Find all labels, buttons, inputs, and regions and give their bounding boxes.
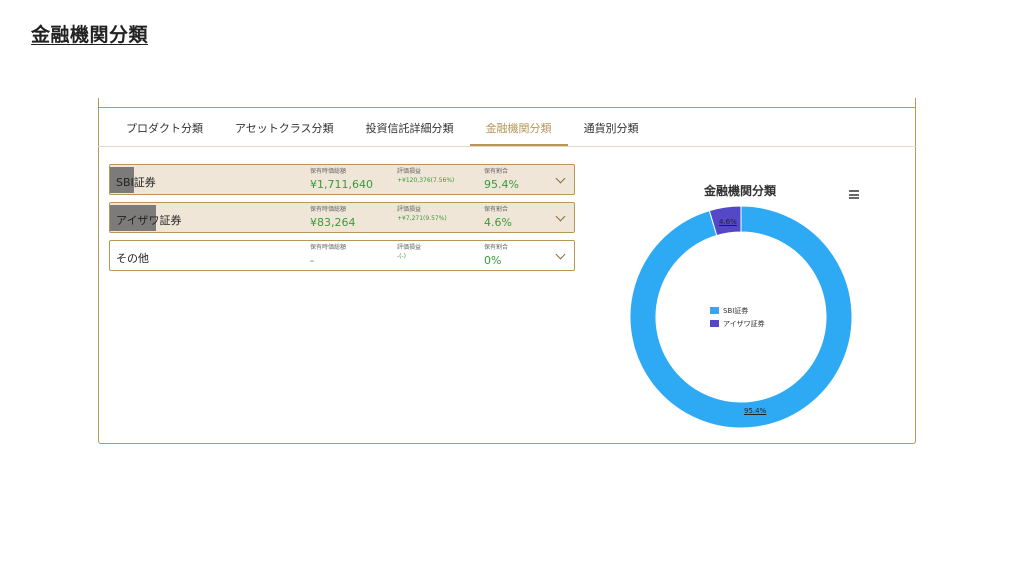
legend-label: アイザワ証券 [723, 319, 765, 328]
pnl-value: +¥120,376(7.56%) [397, 177, 455, 184]
tab-currency[interactable]: 通貨別分類 [568, 110, 655, 146]
pnl-value: -(-) [397, 253, 407, 260]
market-value-label: 保有時価総額 [310, 206, 347, 213]
market-value-label: 保有時価総額 [310, 168, 347, 175]
ratio-value: 0% [484, 254, 502, 267]
legend-label: SBI証券 [723, 306, 749, 315]
chevron-down-icon[interactable] [555, 173, 566, 184]
institution-name: アイザワ証券 [110, 205, 182, 231]
hamburger-menu-icon[interactable] [849, 190, 859, 199]
tab-product[interactable]: プロダクト分類 [110, 110, 219, 146]
pnl-value: +¥7,271(9.57%) [397, 215, 447, 222]
tab-institution[interactable]: 金融機関分類 [469, 110, 568, 146]
institution-name-text: その他 [116, 252, 149, 265]
institution-row-other[interactable]: その他 保有時価総額 - 評価損益 -(-) 保有割合 0% [109, 240, 575, 271]
pnl-column: 評価損益 +¥7,271(9.57%) [397, 206, 447, 222]
chevron-down-icon[interactable] [555, 249, 566, 260]
legend-item-aizawa[interactable]: アイザワ証券 [710, 317, 765, 330]
pnl-column: 評価損益 -(-) [397, 244, 421, 260]
pnl-label: 評価損益 [397, 244, 422, 251]
institution-name-text: アイザワ証券 [116, 214, 182, 227]
chart-title: 金融機関分類 [704, 184, 777, 198]
panel-top-border [98, 107, 916, 108]
pnl-label: 評価損益 [397, 168, 422, 175]
ratio-column: 保有割合 95.4% [484, 168, 519, 191]
market-value: - [310, 254, 314, 267]
slice-label-aizawa: 4.6% [719, 218, 737, 226]
institution-row-sbi[interactable]: SBI証券 保有時価総額 ¥1,711,640 評価損益 +¥120,376(7… [109, 164, 575, 195]
institution-name-text: SBI証券 [116, 176, 156, 189]
ratio-label: 保有割合 [484, 206, 509, 213]
market-value: ¥83,264 [310, 216, 356, 229]
legend-item-sbi[interactable]: SBI証券 [710, 304, 765, 317]
classification-tabs: プロダクト分類 アセットクラス分類 投資信託詳細分類 金融機関分類 通貨別分類 [110, 110, 655, 146]
slice-label-sbi: 95.4% [744, 407, 767, 415]
legend-swatch [710, 307, 719, 314]
ratio-column: 保有割合 0% [484, 244, 508, 267]
tab-asset-class[interactable]: アセットクラス分類 [219, 110, 350, 146]
chevron-down-icon[interactable] [555, 211, 566, 222]
institution-name: その他 [116, 250, 149, 266]
chart-legend: SBI証券 アイザワ証券 [710, 304, 765, 330]
institution-name: SBI証券 [110, 167, 156, 193]
legend-swatch [710, 320, 719, 327]
market-value-column: 保有時価総額 - [310, 244, 346, 267]
panel-right-edge [915, 98, 916, 108]
ratio-label: 保有割合 [484, 244, 509, 251]
market-value-column: 保有時価総額 ¥83,264 [310, 206, 356, 229]
pnl-label: 評価損益 [397, 206, 422, 213]
institution-row-aizawa[interactable]: アイザワ証券 保有時価総額 ¥83,264 評価損益 +¥7,271(9.57%… [109, 202, 575, 233]
market-value-label: 保有時価総額 [310, 244, 347, 251]
market-value: ¥1,711,640 [310, 178, 373, 191]
ratio-value: 4.6% [484, 216, 512, 229]
panel-left-edge [98, 98, 99, 108]
tabs-divider [98, 146, 916, 147]
ratio-column: 保有割合 4.6% [484, 206, 512, 229]
ratio-value: 95.4% [484, 178, 519, 191]
tab-fund-detail[interactable]: 投資信託詳細分類 [350, 110, 470, 146]
page-title: 金融機関分類 [31, 24, 149, 46]
ratio-label: 保有割合 [484, 168, 509, 175]
market-value-column: 保有時価総額 ¥1,711,640 [310, 168, 373, 191]
pnl-column: 評価損益 +¥120,376(7.56%) [397, 168, 454, 184]
